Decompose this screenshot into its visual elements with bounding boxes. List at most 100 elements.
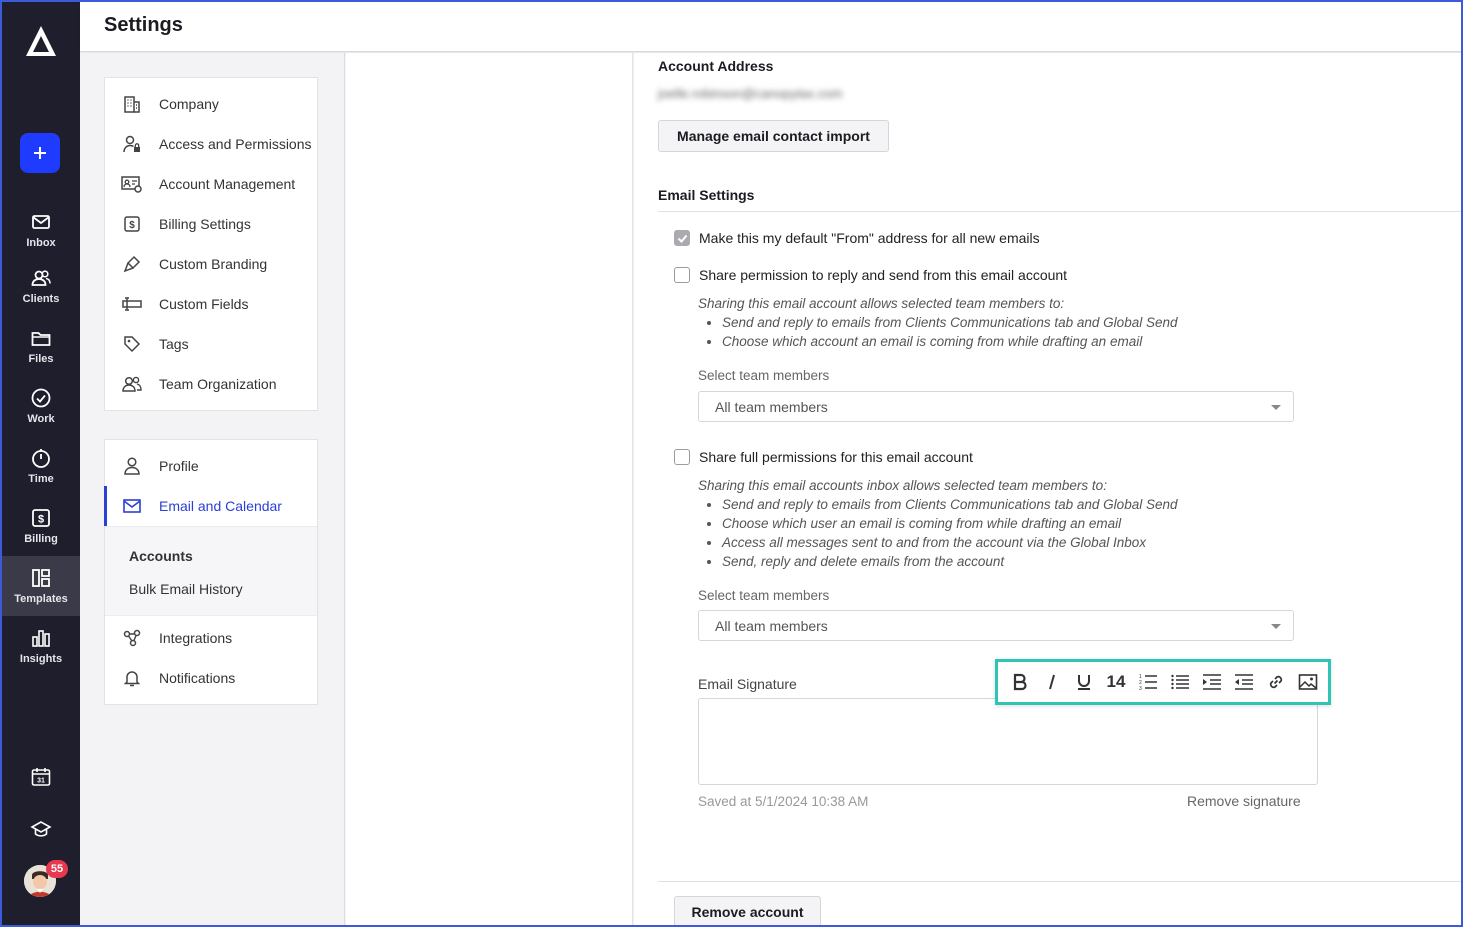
- left-nav: Inbox Clients Files Work Time $ Billing …: [2, 2, 80, 925]
- app-window: Inbox Clients Files Work Time $ Billing …: [0, 0, 1463, 927]
- indent-button[interactable]: [1196, 666, 1228, 698]
- remove-account-button[interactable]: Remove account: [674, 896, 821, 925]
- account-address-title: Account Address: [658, 58, 774, 74]
- nav-billing[interactable]: $ Billing: [2, 496, 80, 556]
- divider: [658, 881, 1461, 882]
- email-settings-title: Email Settings: [658, 187, 755, 203]
- email-signature-label: Email Signature: [698, 676, 797, 692]
- user-lock-icon: [121, 133, 143, 155]
- email-account-settings: Account Address joelle.robinson@canopyta…: [634, 53, 1461, 925]
- default-from-label: Make this my default "From" address for …: [699, 230, 1040, 246]
- share-full-description: Sharing this email accounts inbox allows…: [698, 476, 1178, 571]
- font-size-button[interactable]: 14: [1100, 666, 1132, 698]
- link-button[interactable]: [1260, 666, 1292, 698]
- signature-editor[interactable]: [698, 698, 1318, 785]
- nav-insights[interactable]: Insights: [2, 616, 80, 676]
- share-full-checkbox[interactable]: [674, 449, 690, 465]
- email-submenu: Accounts Bulk Email History: [105, 526, 317, 616]
- menu-item-integrations[interactable]: Integrations: [105, 618, 317, 658]
- menu-item-company[interactable]: Company: [105, 84, 317, 124]
- bar-chart-icon: [32, 630, 50, 647]
- id-card-gear-icon: [121, 173, 143, 195]
- outdent-button[interactable]: [1228, 666, 1260, 698]
- menu-item-profile[interactable]: Profile: [105, 446, 317, 486]
- remove-signature-link[interactable]: Remove signature: [1187, 793, 1301, 809]
- share-reply-description: Sharing this email account allows select…: [698, 294, 1178, 351]
- nav-work[interactable]: Work: [2, 376, 80, 436]
- settings-menu: Company Access and Permissions Account M…: [80, 53, 345, 925]
- outdent-icon: [1235, 674, 1253, 690]
- bold-button[interactable]: [1004, 666, 1036, 698]
- notification-badge: 55: [46, 860, 68, 878]
- integrations-icon: [121, 627, 143, 649]
- link-icon: [1269, 675, 1283, 689]
- team-icon: [121, 373, 143, 395]
- share-reply-checkbox[interactable]: [674, 267, 690, 283]
- image-icon: [1298, 674, 1318, 690]
- nav-clients[interactable]: Clients: [2, 256, 80, 316]
- submenu-bulk-email-history[interactable]: Bulk Email History: [105, 574, 317, 607]
- image-button[interactable]: [1292, 666, 1324, 698]
- underline-button[interactable]: [1068, 666, 1100, 698]
- menu-item-tags[interactable]: Tags: [105, 324, 317, 364]
- menu-item-email-calendar[interactable]: Email and Calendar: [104, 486, 317, 526]
- nav-label: Clients: [22, 293, 60, 305]
- logo-icon[interactable]: [24, 24, 58, 58]
- calendar-icon[interactable]: 31: [30, 766, 52, 788]
- users-icon: [31, 270, 51, 286]
- templates-icon: [32, 569, 50, 587]
- accounts-list-panel: [346, 53, 633, 925]
- brush-icon: [121, 253, 143, 275]
- menu-item-label: Company: [159, 96, 219, 112]
- select-team-members-label: Select team members: [698, 368, 830, 383]
- italic-icon: [1049, 674, 1055, 690]
- graduation-cap-icon[interactable]: [30, 818, 52, 840]
- italic-button[interactable]: [1036, 666, 1068, 698]
- menu-item-account-management[interactable]: Account Management: [105, 164, 317, 204]
- menu-item-billing-settings[interactable]: $ Billing Settings: [105, 204, 317, 244]
- list-item: Send, reply and delete emails from the a…: [722, 552, 1178, 571]
- default-from-checkbox[interactable]: [674, 230, 690, 246]
- calendar-day: 31: [37, 778, 45, 785]
- nav-inbox[interactable]: Inbox: [2, 200, 80, 260]
- bold-icon: [1013, 673, 1027, 691]
- share-full-option: Share full permissions for this email ac…: [674, 449, 973, 465]
- select-value: All team members: [715, 398, 828, 415]
- menu-item-label: Billing Settings: [159, 216, 251, 232]
- mail-icon: [121, 495, 143, 517]
- menu-item-label: Integrations: [159, 630, 233, 646]
- share-full-label: Share full permissions for this email ac…: [699, 449, 973, 465]
- manage-email-contact-import-button[interactable]: Manage email contact import: [658, 120, 889, 152]
- caret-down-icon: [1271, 624, 1281, 629]
- menu-item-team-organization[interactable]: Team Organization: [105, 364, 317, 404]
- menu-item-label: Team Organization: [159, 376, 277, 392]
- firm-settings-card: Company Access and Permissions Account M…: [104, 77, 318, 411]
- add-button[interactable]: [20, 133, 60, 173]
- nav-time[interactable]: Time: [2, 436, 80, 496]
- building-icon: [121, 93, 143, 115]
- select-value: All team members: [715, 617, 828, 634]
- submenu-accounts[interactable]: Accounts: [105, 541, 317, 574]
- bullet-list-icon: [1171, 674, 1189, 690]
- underline-icon: [1078, 675, 1090, 690]
- numbered-list-button[interactable]: 123: [1132, 666, 1164, 698]
- bullet-list-button[interactable]: [1164, 666, 1196, 698]
- list-item: Choose which account an email is coming …: [722, 332, 1178, 351]
- dollar-icon: $: [121, 213, 143, 235]
- menu-item-custom-branding[interactable]: Custom Branding: [105, 244, 317, 284]
- formatting-toolbar: 14 123: [995, 659, 1331, 705]
- menu-item-notifications[interactable]: Notifications: [105, 658, 317, 698]
- menu-item-label: Custom Branding: [159, 256, 268, 272]
- nav-label: Insights: [19, 653, 63, 665]
- menu-item-label: Notifications: [159, 670, 236, 686]
- mail-icon: [32, 215, 50, 229]
- menu-item-label: Profile: [159, 458, 199, 474]
- share-full-team-select[interactable]: All team members: [698, 610, 1294, 641]
- nav-label: Time: [28, 473, 54, 485]
- menu-item-access-permissions[interactable]: Access and Permissions: [105, 124, 317, 164]
- nav-files[interactable]: Files: [2, 316, 80, 376]
- nav-templates[interactable]: Templates: [2, 556, 80, 616]
- share-reply-team-select[interactable]: All team members: [698, 391, 1294, 422]
- menu-item-custom-fields[interactable]: Custom Fields: [105, 284, 317, 324]
- menu-item-label: Tags: [159, 336, 189, 352]
